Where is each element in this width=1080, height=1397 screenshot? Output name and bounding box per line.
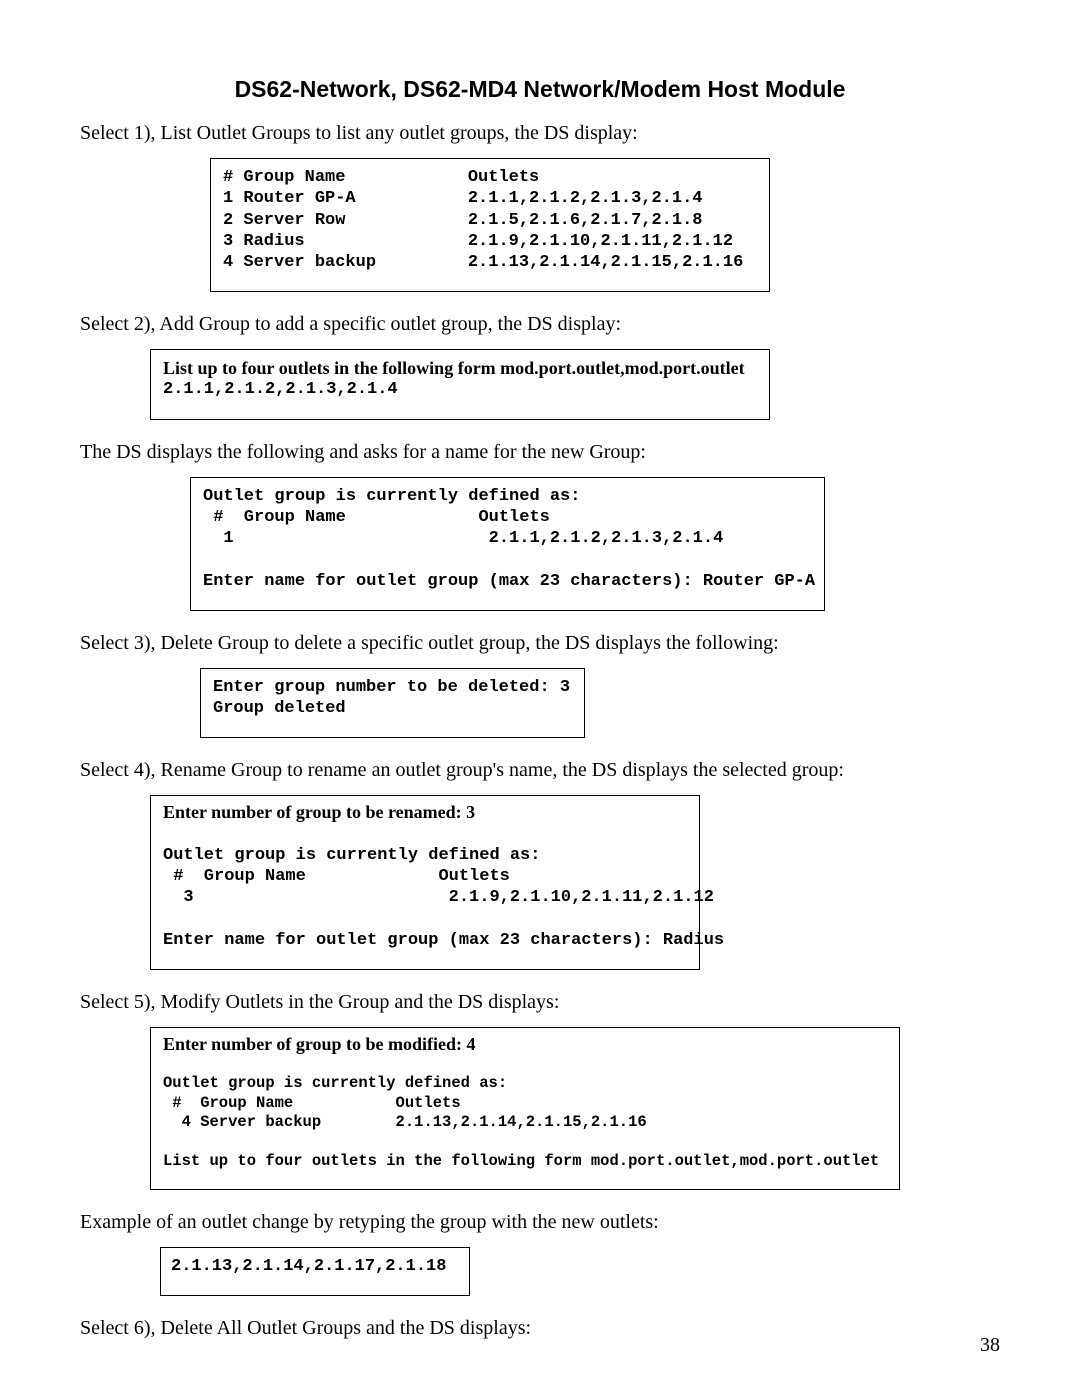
paragraph-select-3: Select 3), Delete Group to delete a spec… [80,631,1000,656]
terminal-text: Enter group number to be deleted: 3 Grou… [213,677,572,720]
paragraph-name-prompt: The DS displays the following and asks f… [80,440,1000,465]
instruction-text: Enter number of group to be renamed: 3 [163,802,475,822]
terminal-text: # Group Name Outlets 1 Router GP-A 2.1.1… [223,167,757,273]
document-page: DS62-Network, DS62-MD4 Network/Modem Hos… [0,0,1080,1397]
page-number: 38 [980,1334,1000,1357]
terminal-box-outlet-change: 2.1.13,2.1.14,2.1.17,2.1.18 [160,1247,470,1296]
terminal-text: Outlet group is currently defined as: # … [163,823,687,951]
terminal-box-list-groups: # Group Name Outlets 1 Router GP-A 2.1.1… [210,158,770,292]
terminal-box-name-group: Outlet group is currently defined as: # … [190,477,825,611]
instruction-text: List up to four outlets in the following… [163,358,757,379]
paragraph-select-2: Select 2), Add Group to add a specific o… [80,312,1000,337]
terminal-text: Outlet group is currently defined as: # … [163,1055,887,1171]
paragraph-select-1: Select 1), List Outlet Groups to list an… [80,121,1000,146]
paragraph-select-4: Select 4), Rename Group to rename an out… [80,758,1000,783]
paragraph-select-5: Select 5), Modify Outlets in the Group a… [80,990,1000,1015]
instruction-text: Enter number of group to be modified: 4 [163,1034,476,1054]
page-title: DS62-Network, DS62-MD4 Network/Modem Hos… [80,76,1000,103]
terminal-box-delete-group: Enter group number to be deleted: 3 Grou… [200,668,585,739]
terminal-text: 2.1.1,2.1.2,2.1.3,2.1.4 [163,379,757,400]
paragraph-outlet-change-example: Example of an outlet change by retyping … [80,1210,1000,1235]
terminal-text: 2.1.13,2.1.14,2.1.17,2.1.18 [171,1256,459,1277]
terminal-box-modify-outlets: Enter number of group to be modified: 4 … [150,1027,900,1190]
terminal-text: Outlet group is currently defined as: # … [203,486,812,592]
terminal-box-add-group: List up to four outlets in the following… [150,349,770,419]
paragraph-select-6: Select 6), Delete All Outlet Groups and … [80,1316,1000,1341]
terminal-box-rename-group: Enter number of group to be renamed: 3 O… [150,795,700,970]
